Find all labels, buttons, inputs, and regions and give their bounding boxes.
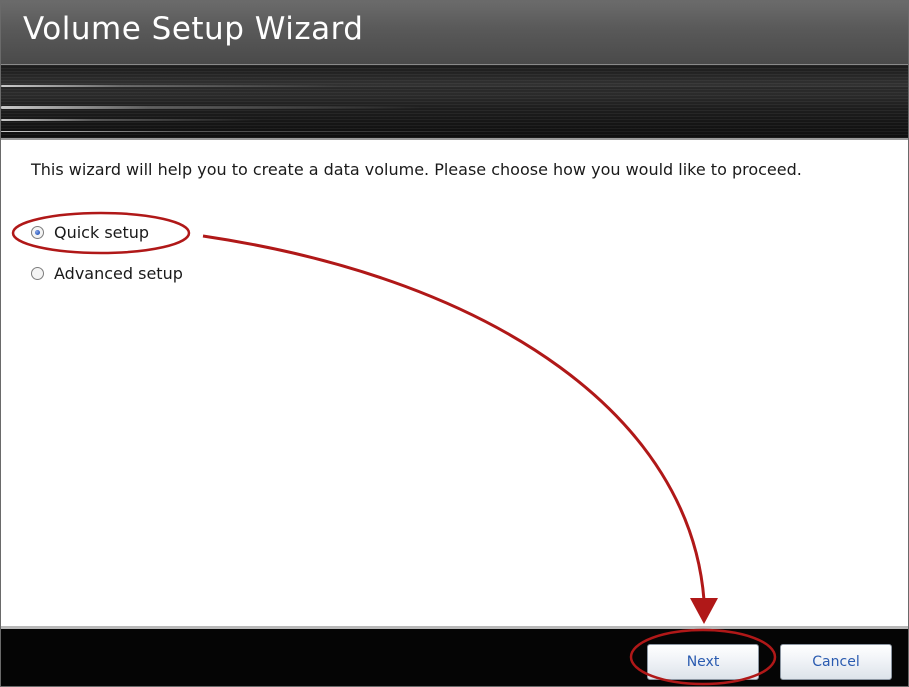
advanced-setup-label: Advanced setup [54, 264, 183, 283]
quick-setup-radio[interactable] [31, 226, 44, 239]
title-bar: Volume Setup Wizard [1, 1, 908, 65]
wizard-content: This wizard will help you to create a da… [1, 140, 908, 626]
quick-setup-option[interactable]: Quick setup [31, 223, 149, 242]
banner-light-streak [1, 85, 341, 87]
advanced-setup-radio[interactable] [31, 267, 44, 280]
wizard-title: Volume Setup Wizard [23, 11, 364, 47]
next-button[interactable]: Next [647, 644, 759, 680]
advanced-setup-option[interactable]: Advanced setup [31, 264, 183, 283]
wizard-footer: Next Cancel [1, 626, 908, 686]
banner-light-streak [1, 131, 521, 132]
banner-light-streak [1, 106, 421, 109]
wizard-window: Volume Setup Wizard This wizard will hel… [0, 0, 909, 687]
quick-setup-label: Quick setup [54, 223, 150, 242]
intro-text: This wizard will help you to create a da… [31, 160, 802, 179]
banner-light-streak [1, 119, 261, 121]
header-banner [1, 65, 908, 138]
cancel-button[interactable]: Cancel [780, 644, 892, 680]
